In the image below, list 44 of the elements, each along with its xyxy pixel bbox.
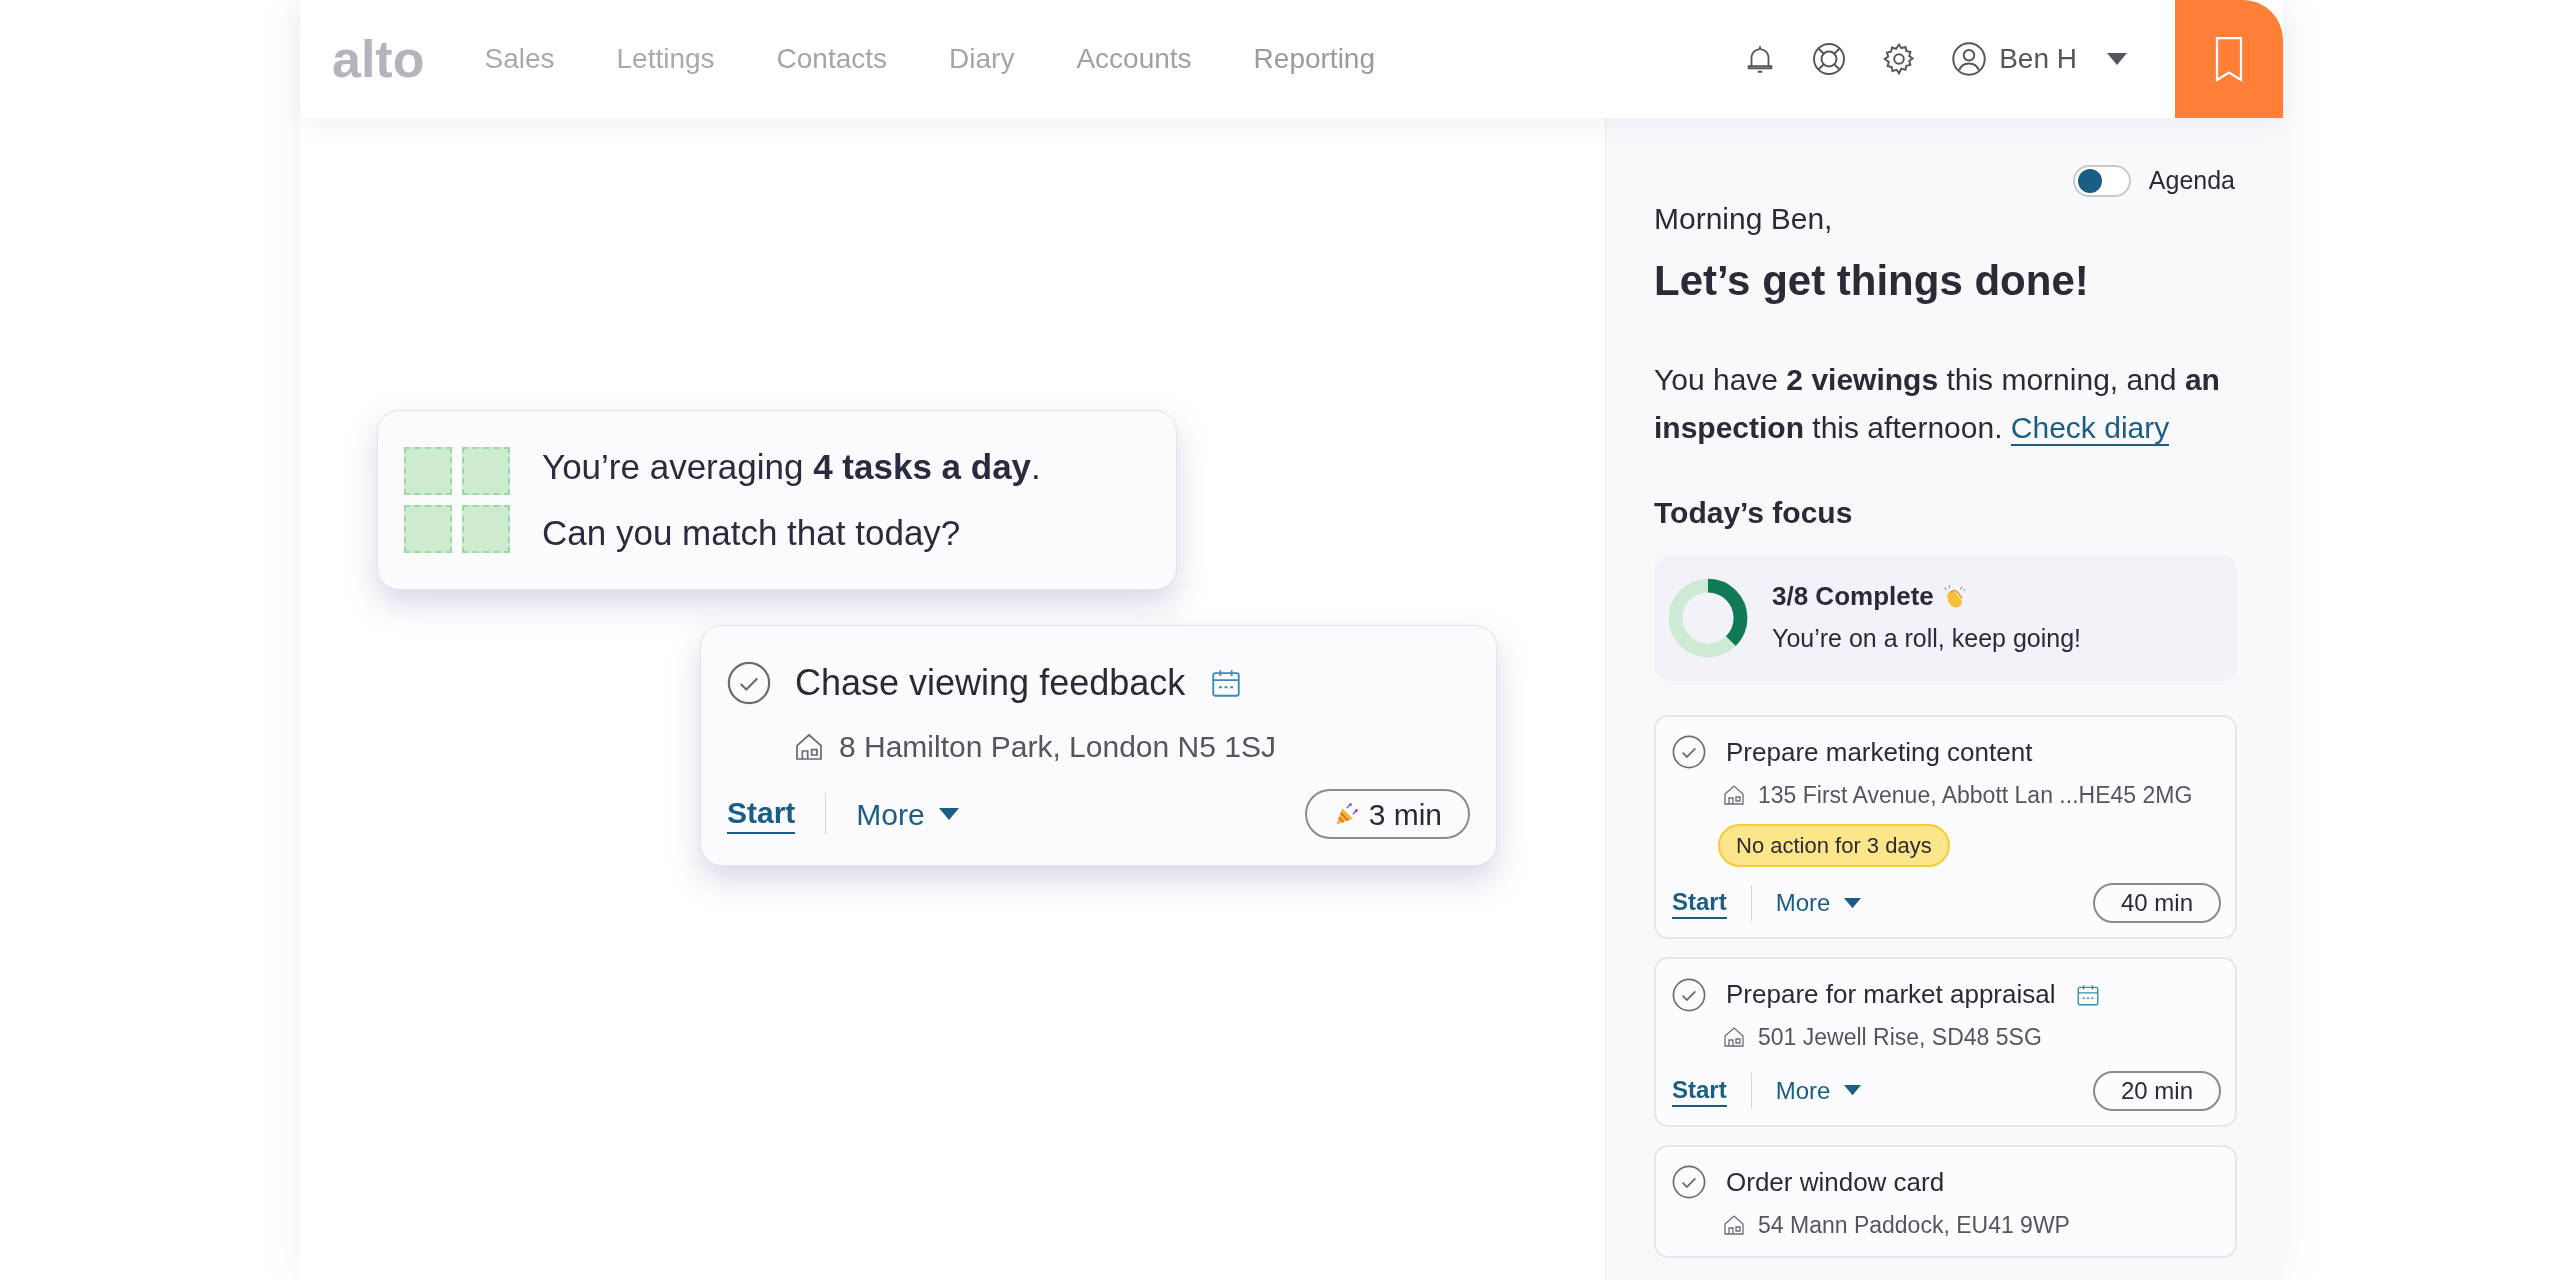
task-address: 8 Hamilton Park, London N5 1SJ: [839, 729, 1276, 765]
task-title: Prepare marketing content: [1726, 735, 2033, 769]
start-link[interactable]: Start: [1672, 1074, 1727, 1107]
start-link[interactable]: Start: [1672, 887, 1727, 919]
bookmark-button[interactable]: [2175, 0, 2283, 118]
check-circle-icon[interactable]: [1672, 735, 1706, 769]
insight-text: Can you match that today?: [542, 512, 962, 554]
caret-icon: [1844, 897, 1862, 909]
agenda-toggle[interactable]: [2072, 164, 2131, 197]
check-circle-icon[interactable]: [1672, 977, 1706, 1012]
task-title: Order window card: [1726, 1165, 1945, 1199]
house-icon: [1722, 1025, 1746, 1050]
user-avatar-icon: [1951, 41, 1988, 77]
duration-pill: 3 min: [1304, 789, 1470, 839]
duration-pill: 40 min: [2092, 883, 2221, 923]
start-link[interactable]: Start: [727, 794, 796, 834]
check-circle-icon[interactable]: [1672, 1165, 1706, 1199]
check-circle-icon[interactable]: [727, 661, 771, 705]
caret-icon: [938, 808, 959, 820]
status-badge: No action for 3 days: [1718, 824, 1950, 867]
insight-text: You’re averaging 4 tasks a day.: [542, 445, 1041, 488]
check-diary-link[interactable]: Check diary: [2010, 410, 2170, 446]
grid-icon: [404, 447, 510, 553]
progress-title: 3/8 Complete: [1772, 580, 1934, 614]
panel-heading: Let’s get things done!: [1654, 255, 2090, 306]
more-dropdown[interactable]: More: [856, 791, 959, 837]
task-address: 135 First Avenue, Abbott Lan ...HE45 2MG: [1758, 780, 2193, 810]
task-address: 501 Jewell Rise, SD48 5SG: [1758, 1023, 2042, 1052]
task-title: Chase viewing feedback: [795, 661, 1186, 705]
duration-pill: 20 min: [2092, 1070, 2221, 1111]
greeting-text: Morning Ben,: [1654, 200, 1834, 237]
caret-icon: [1844, 1085, 1862, 1096]
more-dropdown[interactable]: More: [1775, 1072, 1862, 1109]
toggle-label: Agenda: [2148, 165, 2235, 196]
caret-icon: [2107, 53, 2127, 65]
section-title: Today’s focus: [1654, 494, 1854, 531]
task-title: Prepare for market appraisal: [1726, 978, 2056, 1011]
more-dropdown[interactable]: More: [1775, 885, 1862, 921]
lifebuoy-icon[interactable]: [1811, 41, 1848, 77]
progress-subtitle: You’re on a roll, keep going!: [1772, 623, 2082, 655]
user-menu[interactable]: Ben H: [1951, 38, 2127, 80]
bookmark-icon: [2214, 36, 2244, 82]
summary-text: You have 2 viewings this morning, and an inspection this afternoon. Check diary: [1654, 361, 2221, 448]
task-address: 54 Mann Paddock, EU41 9WP: [1758, 1210, 2070, 1240]
